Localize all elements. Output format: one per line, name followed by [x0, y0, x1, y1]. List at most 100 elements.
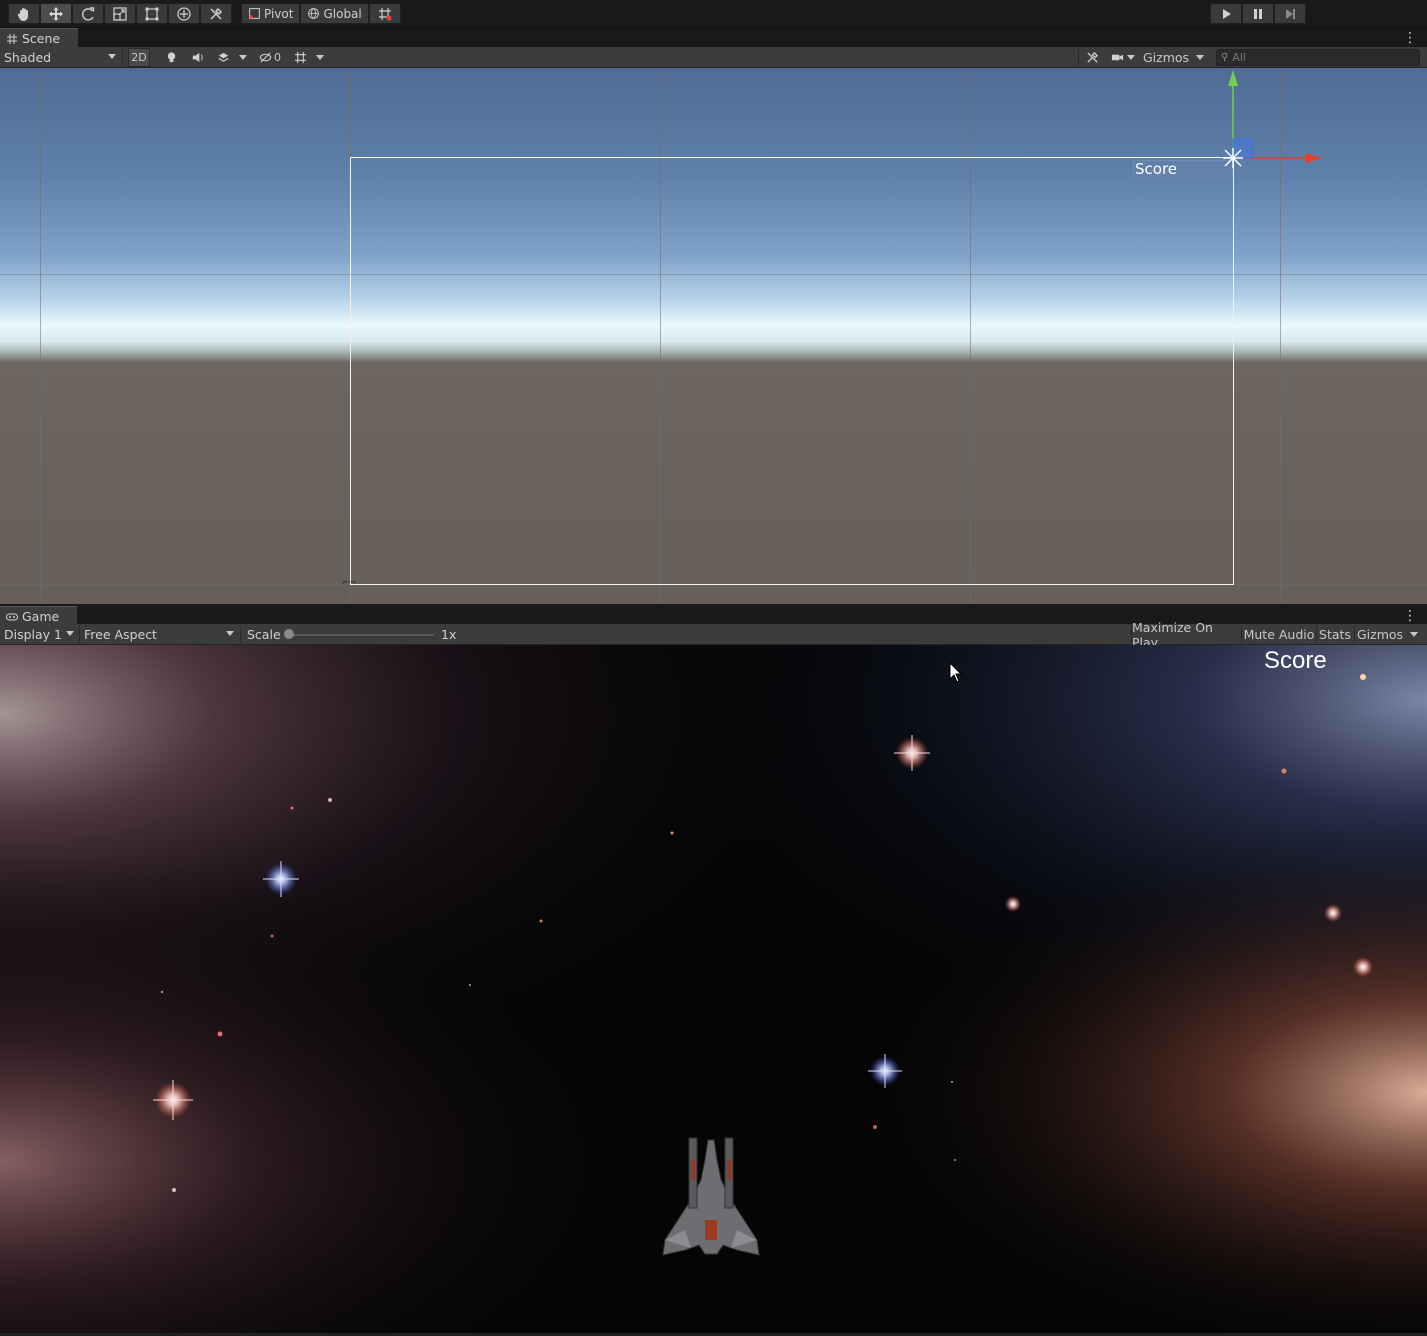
tools-settings-button[interactable] — [1082, 48, 1102, 67]
play-button[interactable] — [1210, 3, 1242, 24]
move-tool-button[interactable] — [40, 3, 72, 24]
game-gizmos-dropdown[interactable] — [1406, 625, 1422, 644]
divider — [1241, 626, 1242, 643]
grid-toggle[interactable] — [290, 48, 310, 67]
scene-gizmos-label: Gizmos — [1142, 50, 1190, 65]
global-label: Global — [323, 6, 362, 21]
score-display: Score — [1264, 647, 1327, 674]
divider — [122, 49, 123, 66]
divider — [240, 626, 241, 643]
hand-icon — [17, 7, 28, 21]
pause-icon — [1254, 8, 1262, 19]
chevron-down-icon — [66, 631, 74, 636]
camera-icon — [1111, 54, 1124, 61]
score-text-object-label: Score — [1135, 160, 1178, 178]
layers-icon — [218, 52, 228, 62]
2d-mode-button[interactable]: 2D — [128, 48, 150, 67]
aspect-dropdown[interactable]: Free Aspect — [80, 624, 238, 645]
chevron-down-icon — [239, 55, 247, 60]
scene-gizmos-dropdown[interactable] — [1192, 48, 1208, 67]
move-gizmo[interactable] — [1190, 68, 1330, 178]
display-value: Display 1 — [4, 627, 63, 642]
lighting-toggle[interactable] — [160, 48, 182, 67]
play-icon — [1223, 8, 1231, 19]
display-dropdown[interactable]: Display 1 — [0, 624, 78, 645]
game-viewport[interactable]: Score — [0, 645, 1427, 1333]
transform-tool-button[interactable] — [168, 3, 200, 24]
anchor-marker-icon: ⌐¬ — [342, 578, 356, 587]
tab-scene[interactable]: Scene — [0, 28, 79, 48]
grid-line — [40, 68, 41, 604]
transform-icon — [177, 6, 191, 21]
custom-tool-button[interactable] — [200, 3, 232, 24]
shading-mode-dropdown[interactable]: Shaded — [0, 47, 120, 68]
snap-grid-button[interactable] — [368, 3, 401, 24]
tab-scene-label: Scene — [22, 31, 61, 46]
game-gizmos-toggle[interactable]: Gizmos — [1355, 625, 1405, 644]
space-background — [0, 645, 1427, 1333]
scene-gizmos-button[interactable]: Gizmos — [1142, 48, 1190, 67]
rotate-tool-button[interactable] — [72, 3, 104, 24]
canvas-bounds — [350, 157, 1234, 585]
game-gizmos-label: Gizmos — [1356, 627, 1404, 642]
scene-search-input[interactable]: ⚲ All — [1216, 49, 1420, 66]
y-axis-arrow-icon[interactable] — [1228, 70, 1238, 86]
lightbulb-icon — [167, 52, 175, 63]
shading-mode-value: Shaded — [4, 50, 52, 65]
main-toolbar: Pivot Global — [0, 0, 1427, 28]
effects-dropdown[interactable] — [236, 48, 250, 67]
search-icon: ⚲ — [1221, 52, 1229, 63]
step-button[interactable] — [1274, 3, 1306, 24]
scale-slider-handle[interactable] — [284, 629, 294, 639]
tools-icon — [210, 7, 223, 20]
maximize-on-play-toggle[interactable]: Maximize On Play — [1132, 620, 1240, 650]
scene-more-icon[interactable]: ⋮ — [1403, 30, 1417, 46]
hand-tool-button[interactable] — [8, 3, 40, 24]
pivot-button[interactable]: Pivot — [241, 3, 301, 24]
globe-icon — [308, 8, 320, 19]
game-toolbar: Display 1 Free Aspect Scale 1x Maximize … — [0, 620, 1427, 650]
scale-tool-button[interactable] — [104, 3, 136, 24]
chevron-down-icon — [226, 631, 234, 636]
pause-button[interactable] — [1242, 3, 1274, 24]
chevron-down-icon — [108, 54, 116, 59]
2d-mode-label: 2D — [131, 51, 147, 64]
x-axis-arrow-icon[interactable] — [1306, 153, 1322, 163]
transform-tools — [8, 3, 232, 24]
grid-dropdown[interactable] — [313, 48, 327, 67]
rect-tool-button[interactable] — [136, 3, 168, 24]
scene-grid-icon — [7, 33, 17, 44]
mute-audio-toggle[interactable]: Mute Audio — [1243, 625, 1315, 644]
scene-viewport[interactable]: Score ⌐¬ — [0, 68, 1427, 604]
pivot-icon — [249, 8, 260, 19]
move-icon — [49, 6, 63, 21]
chevron-down-icon — [1410, 632, 1418, 637]
chevron-down-icon — [1196, 55, 1204, 60]
grid-icon — [294, 51, 306, 64]
scene-toolbar: Shaded 2D 0 Gizmos ⚲ All — [0, 47, 1427, 68]
hidden-count: 0 — [274, 51, 281, 64]
tab-game-label: Game — [22, 609, 60, 624]
step-icon — [1286, 8, 1295, 19]
scale-slider-track[interactable] — [288, 634, 434, 636]
hidden-objects-toggle[interactable]: 0 — [254, 48, 286, 67]
mute-audio-label: Mute Audio — [1243, 627, 1315, 642]
stats-toggle[interactable]: Stats — [1317, 625, 1353, 644]
global-button[interactable]: Global — [300, 3, 369, 24]
divider — [1078, 49, 1079, 66]
chevron-down-icon — [316, 55, 324, 60]
gamepad-icon — [6, 613, 18, 620]
scale-value-text: 1x — [441, 627, 457, 642]
camera-settings-button[interactable] — [1106, 48, 1140, 67]
effects-toggle[interactable] — [212, 48, 234, 67]
stats-label: Stats — [1319, 627, 1351, 642]
audio-toggle[interactable] — [186, 48, 208, 67]
play-controls — [1210, 3, 1306, 24]
scene-tabbar: Scene ⋮ — [0, 28, 1427, 48]
scale-label: Scale — [243, 624, 283, 645]
game-more-icon[interactable]: ⋮ — [1403, 608, 1417, 624]
rect-transform-icon — [145, 7, 159, 20]
grid-snap-icon — [378, 7, 392, 20]
scale-label-text: Scale — [247, 627, 281, 642]
tab-game[interactable]: Game — [0, 606, 78, 626]
